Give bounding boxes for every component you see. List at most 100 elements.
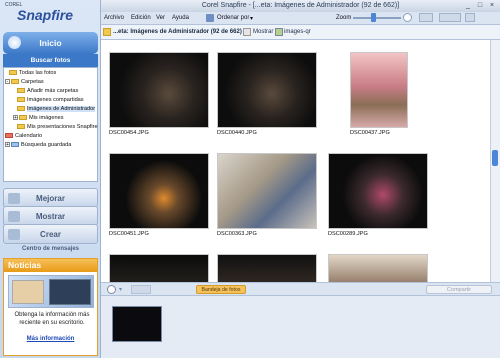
tree-item-saved-search[interactable]: + Búsqueda guardada	[5, 141, 71, 150]
improve-icon	[8, 193, 20, 204]
find-photos-tab[interactable]: Buscar fotos	[3, 54, 98, 67]
sort-by-dropdown[interactable]: Ordenar por	[217, 15, 249, 21]
home-icon	[8, 36, 21, 49]
photo-caption: DSC00454.JPG	[109, 130, 149, 136]
current-folder-path: ...eta: Imágenes de Administrador (92 de…	[113, 29, 242, 35]
zoom-in-icon[interactable]	[403, 13, 412, 22]
photo-thumbnail[interactable]	[328, 153, 428, 229]
zoom-slider[interactable]	[353, 17, 401, 19]
info-icon[interactable]	[465, 13, 475, 22]
nav-home-button[interactable]: Inicio	[3, 32, 98, 54]
tree-item-label: Imágenes de Administrador	[27, 106, 96, 112]
photo-thumbnail[interactable]	[109, 254, 209, 282]
folder-icon	[11, 79, 19, 85]
nav-create-label: Crear	[40, 230, 61, 239]
news-image-screen	[49, 279, 91, 305]
menu-ver[interactable]: Ver	[156, 15, 165, 21]
calendar-icon	[5, 133, 13, 139]
photo-thumbnail[interactable]	[109, 52, 209, 128]
menu-bar: Archivo Edición Ver Ayuda Ordenar por ▾ …	[101, 12, 500, 25]
tree-item-label: Calendario	[15, 133, 43, 139]
expand-icon[interactable]: +	[5, 142, 10, 148]
tree-item-calendar[interactable]: Calendario	[5, 132, 42, 141]
nav-show-label: Mostrar	[35, 212, 66, 221]
photo-caption: DSC00451.JPG	[109, 231, 149, 237]
nav-home-label: Inicio	[39, 38, 62, 48]
share-button[interactable]: Compartir	[426, 285, 492, 294]
tree-item-my-images[interactable]: + Mis imágenes	[13, 114, 64, 123]
photo-thumbnail[interactable]	[328, 254, 428, 282]
tree-item-label: Añadir más carpetas	[27, 88, 79, 94]
close-icon[interactable]: ×	[487, 1, 497, 10]
photo-caption: DSC00437.JPG	[350, 130, 390, 136]
photo-thumbnail[interactable]	[217, 153, 317, 229]
create-icon	[8, 229, 20, 240]
expand-icon[interactable]: +	[13, 115, 18, 121]
photo-tray-tab[interactable]: Bandeja de fotos	[196, 285, 246, 294]
zoom-slider-handle[interactable]	[371, 13, 376, 22]
tree-item-add-folders[interactable]: Añadir más carpetas	[17, 87, 78, 96]
tree-item-label: Mis imágenes	[29, 115, 64, 121]
folder-icon	[103, 28, 111, 36]
folder-icon	[19, 115, 27, 121]
sort-icon	[206, 14, 214, 22]
scrollbar-thumb[interactable]	[492, 150, 498, 166]
view-mode-icon[interactable]	[419, 13, 433, 22]
title-bar: Corel Snapfire - [...eta: Imágenes de Ad…	[101, 0, 500, 12]
menu-archivo[interactable]: Archivo	[104, 15, 124, 21]
tree-item-label: Mis presentaciones Snapfire	[27, 124, 98, 130]
tree-item-all-photos[interactable]: Todas las fotos	[9, 69, 56, 78]
tray-options-icon[interactable]	[107, 285, 116, 294]
folder-icon	[17, 124, 25, 130]
tree-item-label: Carpetas	[21, 79, 44, 85]
layout-icon[interactable]	[439, 13, 461, 22]
tree-item-snapfire-presentations[interactable]: Mis presentaciones Snapfire	[17, 123, 98, 132]
path-bar: ...eta: Imágenes de Administrador (92 de…	[101, 25, 500, 40]
images-qr-button[interactable]: images-qr	[284, 29, 311, 35]
news-text: Obtenga la información más reciente en s…	[14, 312, 90, 326]
tree-item-admin-images[interactable]: Imágenes de Administrador	[17, 105, 96, 114]
collapse-icon[interactable]: -	[5, 79, 10, 85]
maximize-icon[interactable]: □	[475, 1, 485, 10]
zoom-label: Zoom	[336, 15, 352, 21]
photo-thumbnail[interactable]	[350, 52, 408, 128]
photo-caption: DSC00289.JPG	[328, 231, 368, 237]
folder-icon	[17, 88, 25, 94]
tray-chevron-down-icon[interactable]: ▾	[119, 286, 122, 293]
tree-item-label: Búsqueda guardada	[21, 142, 72, 148]
tree-item-folders[interactable]: - Carpetas	[5, 78, 44, 87]
tree-item-label: Imágenes compartidas	[27, 97, 84, 103]
nav-show-button[interactable]: Mostrar	[3, 206, 98, 226]
photo-thumbnail[interactable]	[217, 254, 317, 282]
minimize-icon[interactable]: _	[463, 1, 473, 10]
logo-name: Snapfire	[17, 7, 74, 23]
news-title: Noticias	[4, 259, 97, 272]
message-center-button[interactable]: Centro de mensajes	[3, 244, 98, 255]
folder-icon	[17, 106, 25, 112]
image-icon	[275, 28, 283, 36]
app-logo: COREL Snapfire	[5, 2, 97, 26]
tray-photo-thumbnail[interactable]	[112, 306, 162, 342]
photo-caption: DSC00440.JPG	[217, 130, 257, 136]
show-icon	[243, 28, 251, 36]
nav-create-button[interactable]: Crear	[3, 224, 98, 244]
left-panel: COREL Snapfire Inicio Buscar fotos Todas…	[0, 0, 101, 358]
tray-actions-icon[interactable]	[131, 285, 151, 294]
window-title: Corel Snapfire - [...eta: Imágenes de Ad…	[201, 2, 400, 9]
folder-tree: Todas las fotos - Carpetas Añadir más car…	[3, 67, 98, 182]
photo-thumbnail[interactable]	[217, 52, 317, 128]
menu-ayuda[interactable]: Ayuda	[172, 15, 189, 21]
sort-chevron-down-icon[interactable]: ▾	[250, 15, 253, 22]
news-panel: Noticias Obtenga la información más reci…	[3, 258, 98, 356]
news-image-photo	[12, 280, 44, 304]
show-button[interactable]: Mostrar	[253, 29, 273, 35]
photo-grid: DSC00454.JPG DSC00440.JPG DSC00437.JPG D…	[101, 40, 490, 282]
photo-caption: DSC00363.JPG	[217, 231, 257, 237]
menu-edicion[interactable]: Edición	[131, 15, 151, 21]
news-image	[8, 275, 94, 308]
tree-item-shared-images[interactable]: Imágenes compartidas	[17, 96, 84, 105]
photo-thumbnail[interactable]	[109, 153, 209, 229]
nav-improve-button[interactable]: Mejorar	[3, 188, 98, 208]
news-more-info-link[interactable]: Más información	[4, 336, 97, 342]
folder-icon	[9, 70, 17, 76]
